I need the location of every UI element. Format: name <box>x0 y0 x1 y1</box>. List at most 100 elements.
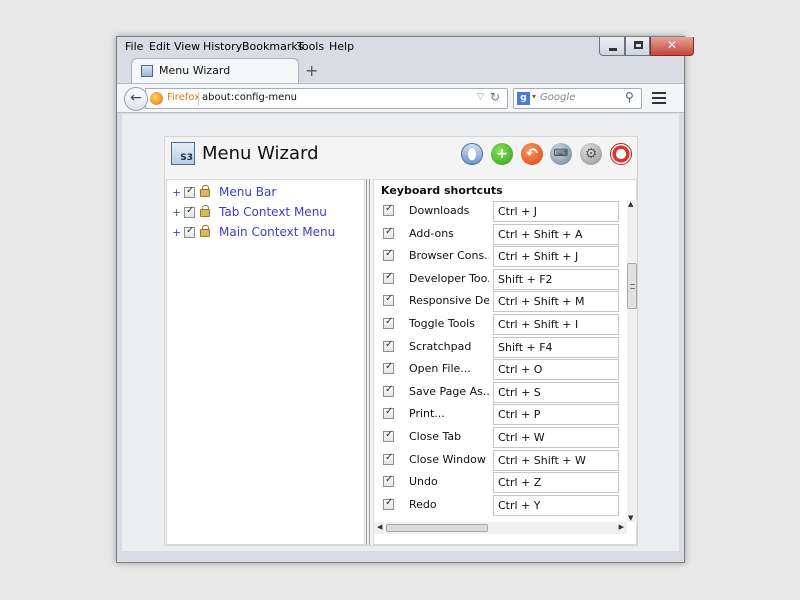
tree-item-label[interactable]: Tab Context Menu <box>219 205 327 219</box>
shortcut-key-field[interactable]: Ctrl + P <box>493 404 619 426</box>
settings-icon[interactable]: ⚙ <box>580 143 602 165</box>
new-tab-button[interactable]: + <box>305 61 318 80</box>
scroll-down-icon[interactable]: ▼ <box>628 514 633 522</box>
google-icon[interactable]: g <box>517 92 530 105</box>
tree-checkbox[interactable] <box>184 185 195 198</box>
scroll-up-icon[interactable]: ▲ <box>628 200 633 208</box>
maximize-icon <box>634 41 643 49</box>
shortcut-checkbox[interactable] <box>383 339 394 352</box>
menu-bookmarks[interactable]: Bookmarks <box>242 40 303 53</box>
tree-checkbox[interactable] <box>184 225 195 238</box>
shortcut-key-field[interactable]: Ctrl + J <box>493 201 619 222</box>
search-engine-dropdown-icon[interactable]: ▾ <box>532 92 536 101</box>
shortcut-key-field[interactable]: Ctrl + O <box>493 359 619 381</box>
scroll-left-icon[interactable]: ◀ <box>377 523 382 531</box>
shortcut-key-field[interactable]: Shift + F4 <box>493 336 619 358</box>
horizontal-scroll-thumb[interactable] <box>386 524 488 532</box>
tree-item-main-context-menu[interactable]: + Main Context Menu <box>172 225 362 241</box>
tab-label: Menu Wizard <box>159 64 231 77</box>
minimize-icon <box>609 48 617 51</box>
tab-menu-wizard[interactable]: Menu Wizard <box>131 58 299 83</box>
undo-icon[interactable]: ↶ <box>521 143 543 165</box>
info-icon[interactable]: ⬮ <box>461 143 483 165</box>
shortcut-checkbox[interactable] <box>383 293 394 307</box>
shortcut-label: Close Tab <box>409 430 462 443</box>
add-icon[interactable]: + <box>491 143 513 165</box>
shortcut-key-field[interactable]: Ctrl + Shift + I <box>493 314 619 335</box>
shortcut-label: Open File... <box>409 362 471 376</box>
minimize-button[interactable] <box>599 37 625 56</box>
tree-item-label[interactable]: Main Context Menu <box>219 225 335 239</box>
shortcuts-list: Downloads Ctrl + J Add-ons Ctrl + Shift + A… <box>374 200 627 522</box>
tab-strip: Menu Wizard + <box>117 57 684 83</box>
shortcut-checkbox[interactable] <box>383 474 394 488</box>
shortcut-label: Browser Cons... <box>409 249 489 263</box>
lock-icon <box>200 205 210 217</box>
menu-tools[interactable]: Tools <box>297 40 324 53</box>
scroll-thumb[interactable] <box>627 263 637 309</box>
menu-edit[interactable]: Edit <box>149 40 170 53</box>
url-separator <box>198 92 199 106</box>
shortcut-key-field[interactable]: Ctrl + Z <box>493 472 619 494</box>
tree-item-menu-bar[interactable]: + Menu Bar <box>172 185 362 201</box>
shortcut-checkbox[interactable] <box>383 316 394 329</box>
shortcut-checkbox[interactable] <box>383 226 394 239</box>
shortcut-key-field[interactable]: Ctrl + Shift + A <box>493 223 619 245</box>
shortcut-checkbox[interactable] <box>383 384 394 397</box>
reload-icon[interactable]: ↻ <box>490 90 500 104</box>
vertical-scrollbar[interactable]: ▲ ▼ <box>627 200 637 522</box>
shortcut-checkbox[interactable] <box>383 203 394 216</box>
grip-icon <box>630 284 635 289</box>
shortcut-label: Close Window <box>409 452 486 466</box>
shortcut-row: Responsive De... Ctrl + Shift + M <box>374 290 627 313</box>
shortcut-key-field[interactable]: Ctrl + Shift + M <box>493 291 619 313</box>
shortcut-checkbox[interactable] <box>383 248 394 262</box>
tree-item-label[interactable]: Menu Bar <box>219 185 276 199</box>
help-icon[interactable] <box>610 143 632 165</box>
shortcut-key-field[interactable]: Ctrl + Shift + W <box>493 449 619 471</box>
shortcut-key-field[interactable]: Shift + F2 <box>493 268 619 290</box>
close-button[interactable]: ✕ <box>650 37 694 56</box>
expand-icon[interactable]: + <box>172 206 181 219</box>
scroll-right-icon[interactable]: ▶ <box>619 523 624 531</box>
menu-file[interactable]: File <box>125 40 143 53</box>
expand-icon[interactable]: + <box>172 186 181 199</box>
tree-item-tab-context-menu[interactable]: + Tab Context Menu <box>172 205 362 221</box>
search-input[interactable]: Google <box>540 92 575 103</box>
shortcut-label: Toggle Tools <box>409 317 475 330</box>
keyboard-icon[interactable]: ⌨ <box>550 143 572 165</box>
url-dropdown-icon[interactable]: ▽ <box>477 92 484 102</box>
menu-wizard-logo-icon: S3 <box>171 142 195 165</box>
shortcut-checkbox[interactable] <box>383 271 394 284</box>
horizontal-scrollbar[interactable]: ◀ ▶ <box>374 522 627 534</box>
shortcut-key-field[interactable]: Ctrl + S <box>493 381 619 403</box>
shortcut-checkbox[interactable] <box>383 361 394 375</box>
shortcut-key-field[interactable]: Ctrl + W <box>493 427 619 448</box>
back-button[interactable]: ← <box>124 87 148 111</box>
shortcut-row: Downloads Ctrl + J <box>374 200 627 222</box>
shortcut-row: Save Page As... Ctrl + S <box>374 381 627 403</box>
shortcuts-heading: Keyboard shortcuts <box>381 184 503 197</box>
expand-icon[interactable]: + <box>172 226 181 239</box>
shortcut-key-field[interactable]: Ctrl + Shift + J <box>493 246 619 268</box>
menu-help[interactable]: Help <box>329 40 354 53</box>
url-text[interactable]: about:config-menu <box>202 92 297 103</box>
lock-icon <box>200 185 210 197</box>
shortcut-checkbox[interactable] <box>383 452 394 465</box>
search-bar[interactable]: g ▾ Google ⚲ <box>513 88 642 109</box>
maximize-button[interactable] <box>625 37 650 56</box>
shortcut-checkbox[interactable] <box>383 497 394 510</box>
tree-checkbox[interactable] <box>184 205 195 218</box>
menu-view[interactable]: View <box>174 40 200 53</box>
shortcut-label: Responsive De... <box>409 294 489 308</box>
search-magnifier-icon[interactable]: ⚲ <box>625 90 634 104</box>
url-bar[interactable]: Firefox about:config-menu ▽ ↻ <box>145 88 508 109</box>
shortcut-key-field[interactable]: Ctrl + Y <box>493 494 619 516</box>
shortcut-label: Scratchpad <box>409 339 472 353</box>
shortcut-checkbox[interactable] <box>383 406 394 420</box>
hamburger-menu-icon[interactable] <box>652 92 666 107</box>
menu-history[interactable]: History <box>203 40 242 53</box>
shortcut-row: Redo Ctrl + Y <box>374 494 627 516</box>
pane-splitter[interactable] <box>366 179 370 545</box>
shortcut-checkbox[interactable] <box>383 429 394 442</box>
